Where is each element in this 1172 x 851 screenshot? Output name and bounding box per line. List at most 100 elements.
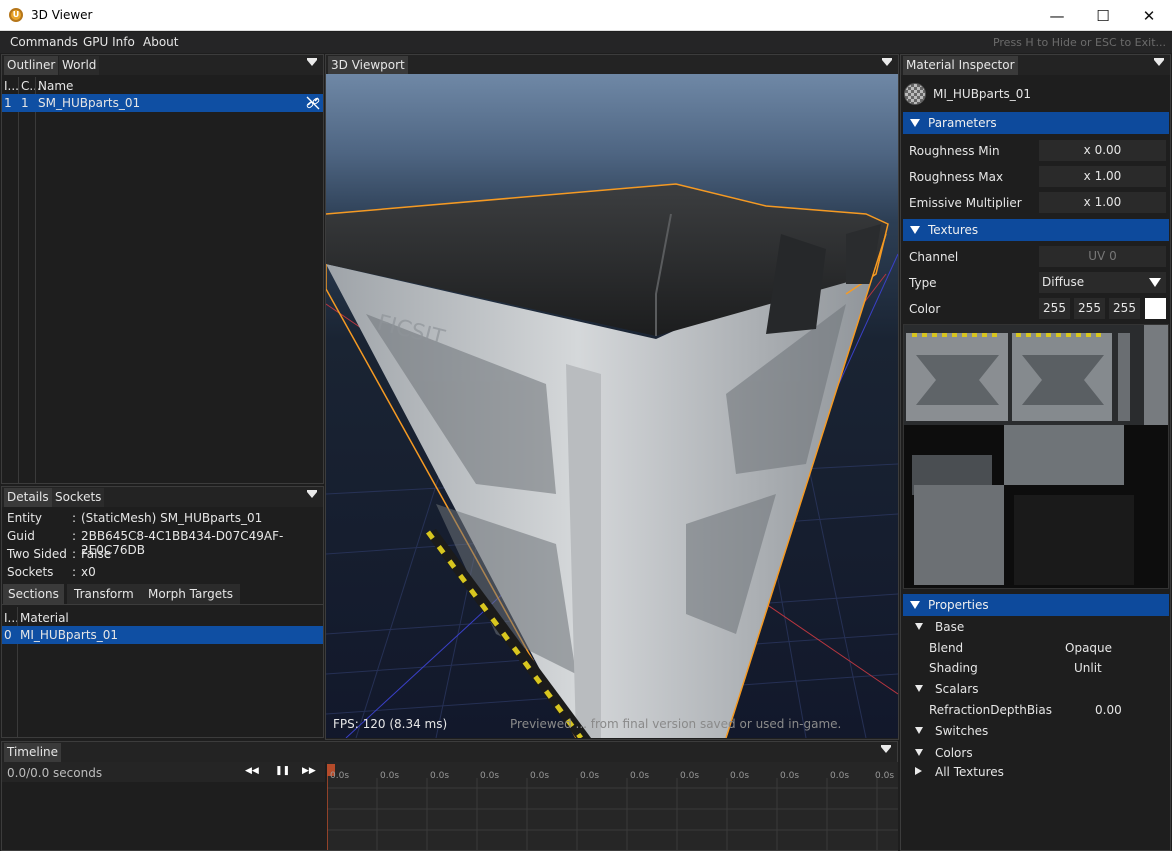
row-name: SM_HUBparts_01 [38,96,141,110]
tab-transform[interactable]: Transform [67,584,141,604]
minimize-button[interactable]: — [1034,0,1080,31]
type-label: Type [909,276,937,290]
collapse-icon [910,119,920,127]
section-label: Parameters [928,116,997,130]
color-swatch[interactable] [1145,298,1166,319]
blend-value: Opaque [1065,641,1113,655]
menu-gpu-info[interactable]: GPU Info [83,35,135,49]
tab-timeline[interactable]: Timeline [4,743,62,762]
collapse-icon[interactable] [915,727,923,734]
detail-key-entity: Entity [7,511,43,525]
column-header-material[interactable]: Material [20,611,69,625]
detail-sep: : [72,565,77,579]
inspector-tabbar: Material Inspector [901,55,1170,75]
column-divider [35,77,36,483]
tab-morph-targets[interactable]: Morph Targets [141,584,241,604]
panel-menu-icon[interactable] [881,745,891,753]
column-divider [18,77,19,483]
fps-counter: FPS: 120 (8.34 ms) [333,717,448,731]
ue-logo-icon: U [9,8,23,22]
detail-sep: : [72,529,77,543]
timeline-tick-label: 0.0s [530,771,550,781]
tab-details[interactable]: Details [4,488,52,507]
timeline-tick-label: 0.0s [480,771,500,781]
detail-sep: : [72,547,77,561]
timeline-tick-label: 0.0s [730,771,750,781]
unlink-icon[interactable] [306,96,320,110]
timeline-track[interactable] [327,762,898,850]
expand-icon[interactable] [915,767,922,775]
table-row[interactable]: 0 MI_HUBparts_01 [2,626,323,644]
row-count: 1 [21,96,29,110]
row-index: 0 [4,628,12,642]
timeline-tick-label: 0.0s [580,771,600,781]
color-g-field[interactable]: 255 [1074,298,1105,319]
shading-value: Unlit [1074,661,1102,675]
timeline-tick-label: 0.0s [330,771,350,781]
collapse-icon[interactable] [915,685,923,692]
timeline-tick-label: 0.0s [780,771,800,781]
row-material: MI_HUBparts_01 [20,628,119,642]
pause-button[interactable]: ❚❚ [275,766,290,776]
panel-menu-icon[interactable] [307,58,317,66]
channel-field[interactable]: UV 0 [1039,246,1166,267]
panel-menu-icon[interactable] [882,58,892,66]
texture-preview [903,324,1169,589]
timeline-tabbar: Timeline [2,742,897,762]
tab-3d-viewport[interactable]: 3D Viewport [328,56,408,75]
timeline-tick-label: 0.0s [630,771,650,781]
3d-viewport[interactable]: FICSIT FPS: 120 (8.34 ms) Previewed ... … [326,74,898,738]
material-sphere-icon [904,83,926,105]
parameters-header[interactable]: Parameters [903,112,1169,134]
color-b-field[interactable]: 255 [1109,298,1140,319]
section-label: Properties [928,598,989,612]
chevron-down-icon [1149,278,1161,287]
scene-render: FICSIT [326,183,898,738]
textures-header[interactable]: Textures [903,219,1169,241]
time-readout: 0.0/0.0 seconds [7,766,103,780]
color-r-field[interactable]: 255 [1039,298,1070,319]
maximize-button[interactable]: ☐ [1080,0,1126,31]
tab-outliner[interactable]: Outliner [4,56,59,75]
column-header-i[interactable]: I... [4,79,19,93]
shading-label: Shading [929,661,978,675]
collapse-icon[interactable] [915,749,923,756]
outliner-panel: Outliner World I... C... Name 1 1 SM_HUB… [1,54,324,484]
tree-all-textures[interactable]: All Textures [935,765,1004,779]
tree-base[interactable]: Base [935,620,964,634]
fast-forward-button[interactable]: ▶▶ [302,766,316,776]
table-row[interactable]: 1 1 SM_HUBparts_01 [2,94,323,112]
tree-scalars[interactable]: Scalars [935,682,978,696]
properties-header[interactable]: Properties [903,594,1169,616]
rewind-button[interactable]: ◀◀ [245,766,259,776]
menu-about[interactable]: About [143,35,178,49]
tree-colors[interactable]: Colors [935,746,973,760]
collapse-icon [910,226,920,234]
refraction-label: RefractionDepthBias [929,703,1052,717]
panel-menu-icon[interactable] [307,490,317,498]
panel-menu-icon[interactable] [1154,58,1164,66]
type-select[interactable]: Diffuse [1039,272,1166,293]
details-panel: Details Sockets Entity : (StaticMesh) SM… [1,486,324,738]
roughness-max-field[interactable]: x 1.00 [1039,166,1166,187]
column-header-name[interactable]: Name [38,79,73,93]
tab-sockets[interactable]: Sockets [52,488,105,507]
tab-world[interactable]: World [59,56,100,75]
tab-material-inspector[interactable]: Material Inspector [903,56,1018,75]
title-bar: U 3D Viewer — ☐ ✕ [0,0,1172,31]
collapse-icon[interactable] [915,623,923,630]
detail-value-sockets: x0 [81,565,96,579]
channel-label: Channel [909,250,959,264]
window-title: 3D Viewer [31,8,93,22]
emissive-multiplier-field[interactable]: x 1.00 [1039,192,1166,213]
details-tabbar: Details Sockets [2,487,323,507]
outliner-tabbar: Outliner World [2,55,323,75]
menu-commands[interactable]: Commands [10,35,78,49]
tab-sections[interactable]: Sections [3,584,64,604]
close-button[interactable]: ✕ [1126,0,1172,31]
param-label-roughness-min: Roughness Min [909,144,1000,158]
type-value: Diffuse [1042,275,1085,289]
detail-key-guid: Guid [7,529,35,543]
tree-switches[interactable]: Switches [935,724,988,738]
roughness-min-field[interactable]: x 0.00 [1039,140,1166,161]
